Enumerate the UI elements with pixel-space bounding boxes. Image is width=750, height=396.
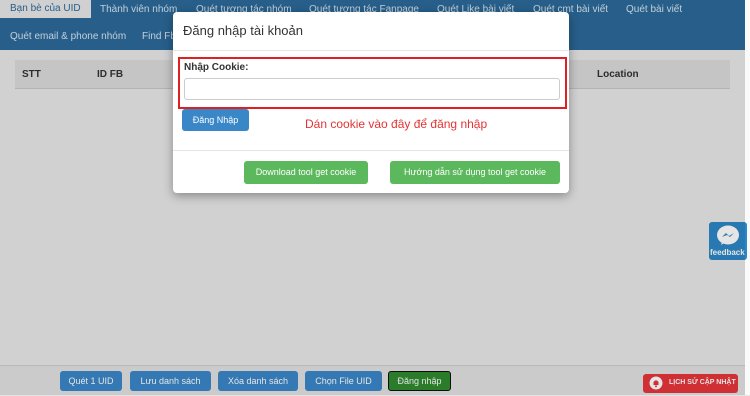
login-modal: Đăng nhập tài khoản Nhập Cookie: Đăng Nh… [173,12,569,193]
cookie-input[interactable] [184,78,560,100]
modal-title: Đăng nhập tài khoản [183,23,303,38]
modal-footer-divider [173,150,569,151]
cookie-input-highlight: Nhập Cookie: [178,57,567,109]
page-edge [745,0,750,395]
modal-header-divider [173,50,569,51]
cookie-hint-text: Dán cookie vào đây để đăng nhập [305,117,488,131]
tool-guide-button[interactable]: Hướng dẫn sử dụng tool get cookie [390,161,560,184]
download-tool-button[interactable]: Download tool get cookie [244,161,368,184]
cookie-label: Nhập Cookie: [184,62,249,73]
modal-login-button[interactable]: Đăng Nhập [182,109,249,131]
